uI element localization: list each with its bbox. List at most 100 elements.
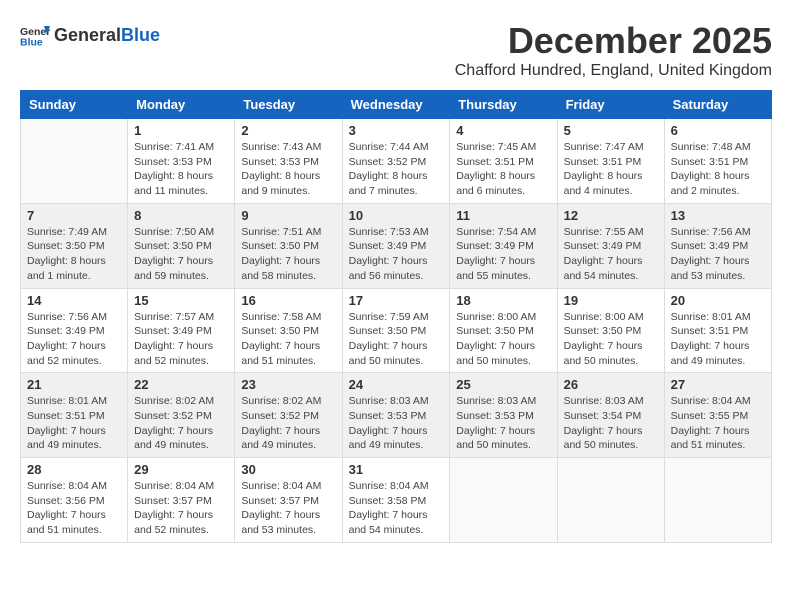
day-info: Sunrise: 7:50 AMSunset: 3:50 PMDaylight:… [134, 225, 228, 284]
logo-icon: General Blue [20, 20, 50, 50]
day-info: Sunrise: 7:54 AMSunset: 3:49 PMDaylight:… [456, 225, 550, 284]
calendar-week-row: 21Sunrise: 8:01 AMSunset: 3:51 PMDayligh… [21, 373, 772, 458]
day-info: Sunrise: 7:41 AMSunset: 3:53 PMDaylight:… [134, 140, 228, 199]
day-number: 27 [671, 377, 765, 392]
calendar-week-row: 1 Sunrise: 7:41 AMSunset: 3:53 PMDaylight… [21, 119, 772, 204]
day-info: Sunrise: 7:57 AMSunset: 3:49 PMDaylight:… [134, 310, 228, 369]
day-number: 31 [349, 462, 444, 477]
day-number: 21 [27, 377, 121, 392]
day-number: 19 [564, 293, 658, 308]
calendar-cell: 11Sunrise: 7:54 AMSunset: 3:49 PMDayligh… [450, 203, 557, 288]
day-number: 22 [134, 377, 228, 392]
day-info: Sunrise: 8:02 AMSunset: 3:52 PMDaylight:… [241, 394, 335, 453]
calendar-cell: 10 Sunrise: 7:53 AMSunset: 3:49 PMDayligh… [342, 203, 450, 288]
day-number: 24 [349, 377, 444, 392]
calendar-cell: 2 Sunrise: 7:43 AMSunset: 3:53 PMDaylight… [235, 119, 342, 204]
day-info: Sunrise: 8:00 AMSunset: 3:50 PMDaylight:… [564, 310, 658, 369]
day-number: 26 [564, 377, 658, 392]
day-number: 12 [564, 208, 658, 223]
day-number: 16 [241, 293, 335, 308]
day-info: Sunrise: 7:43 AMSunset: 3:53 PMDaylight:… [241, 140, 335, 199]
day-info: Sunrise: 7:45 AMSunset: 3:51 PMDaylight:… [456, 140, 550, 199]
location-title: Chafford Hundred, England, United Kingdo… [455, 62, 772, 80]
calendar-cell: 16 Sunrise: 7:58 AMSunset: 3:50 PMDayligh… [235, 288, 342, 373]
title-block: December 2025 Chafford Hundred, England,… [455, 20, 772, 80]
day-info: Sunrise: 7:56 AMSunset: 3:49 PMDaylight:… [27, 310, 121, 369]
day-info: Sunrise: 7:59 AMSunset: 3:50 PMDaylight:… [349, 310, 444, 369]
calendar-cell: 15Sunrise: 7:57 AMSunset: 3:49 PMDayligh… [128, 288, 235, 373]
day-info: Sunrise: 8:04 AMSunset: 3:55 PMDaylight:… [671, 394, 765, 453]
day-info: Sunrise: 7:48 AMSunset: 3:51 PMDaylight:… [671, 140, 765, 199]
day-info: Sunrise: 8:04 AMSunset: 3:57 PMDaylight:… [241, 479, 335, 538]
calendar-cell: 13 Sunrise: 7:56 AMSunset: 3:49 PMDayligh… [664, 203, 771, 288]
calendar-week-row: 7 Sunrise: 7:49 AMSunset: 3:50 PMDaylight… [21, 203, 772, 288]
day-info: Sunrise: 8:00 AMSunset: 3:50 PMDaylight:… [456, 310, 550, 369]
calendar-cell: 31 Sunrise: 8:04 AMSunset: 3:58 PMDayligh… [342, 458, 450, 543]
calendar-cell: 22Sunrise: 8:02 AMSunset: 3:52 PMDayligh… [128, 373, 235, 458]
col-wednesday: Wednesday [342, 91, 450, 119]
day-number: 5 [564, 123, 658, 138]
day-number: 6 [671, 123, 765, 138]
day-info: Sunrise: 8:01 AMSunset: 3:51 PMDaylight:… [671, 310, 765, 369]
calendar-cell: 17 Sunrise: 7:59 AMSunset: 3:50 PMDayligh… [342, 288, 450, 373]
day-number: 30 [241, 462, 335, 477]
day-info: Sunrise: 7:47 AMSunset: 3:51 PMDaylight:… [564, 140, 658, 199]
calendar-cell: 24 Sunrise: 8:03 AMSunset: 3:53 PMDayligh… [342, 373, 450, 458]
svg-text:Blue: Blue [20, 37, 43, 49]
calendar-cell: 7 Sunrise: 7:49 AMSunset: 3:50 PMDaylight… [21, 203, 128, 288]
day-number: 29 [134, 462, 228, 477]
day-info: Sunrise: 8:04 AMSunset: 3:57 PMDaylight:… [134, 479, 228, 538]
day-number: 17 [349, 293, 444, 308]
day-info: Sunrise: 7:51 AMSunset: 3:50 PMDaylight:… [241, 225, 335, 284]
calendar-cell: 1 Sunrise: 7:41 AMSunset: 3:53 PMDaylight… [128, 119, 235, 204]
calendar-header-row: Sunday Monday Tuesday Wednesday Thursday… [21, 91, 772, 119]
calendar-cell: 6 Sunrise: 7:48 AMSunset: 3:51 PMDaylight… [664, 119, 771, 204]
day-info: Sunrise: 8:03 AMSunset: 3:54 PMDaylight:… [564, 394, 658, 453]
day-number: 1 [134, 123, 228, 138]
col-monday: Monday [128, 91, 235, 119]
logo: General Blue GeneralBlue [20, 20, 160, 50]
calendar-cell: 23 Sunrise: 8:02 AMSunset: 3:52 PMDayligh… [235, 373, 342, 458]
day-info: Sunrise: 7:44 AMSunset: 3:52 PMDaylight:… [349, 140, 444, 199]
day-info: Sunrise: 7:56 AMSunset: 3:49 PMDaylight:… [671, 225, 765, 284]
logo-text: GeneralBlue [54, 25, 160, 46]
day-number: 13 [671, 208, 765, 223]
day-info: Sunrise: 8:04 AMSunset: 3:58 PMDaylight:… [349, 479, 444, 538]
calendar-cell: 26 Sunrise: 8:03 AMSunset: 3:54 PMDayligh… [557, 373, 664, 458]
calendar-cell: 20Sunrise: 8:01 AMSunset: 3:51 PMDayligh… [664, 288, 771, 373]
month-title: December 2025 [455, 20, 772, 62]
day-info: Sunrise: 8:03 AMSunset: 3:53 PMDaylight:… [349, 394, 444, 453]
day-info: Sunrise: 8:04 AMSunset: 3:56 PMDaylight:… [27, 479, 121, 538]
col-sunday: Sunday [21, 91, 128, 119]
day-number: 23 [241, 377, 335, 392]
calendar-cell: 30 Sunrise: 8:04 AMSunset: 3:57 PMDayligh… [235, 458, 342, 543]
day-info: Sunrise: 7:53 AMSunset: 3:49 PMDaylight:… [349, 225, 444, 284]
calendar-cell: 21Sunrise: 8:01 AMSunset: 3:51 PMDayligh… [21, 373, 128, 458]
calendar-cell: 27 Sunrise: 8:04 AMSunset: 3:55 PMDayligh… [664, 373, 771, 458]
day-number: 14 [27, 293, 121, 308]
calendar-cell: 3Sunrise: 7:44 AMSunset: 3:52 PMDaylight… [342, 119, 450, 204]
calendar-cell: 25 Sunrise: 8:03 AMSunset: 3:53 PMDayligh… [450, 373, 557, 458]
day-number: 8 [134, 208, 228, 223]
calendar-cell: 19 Sunrise: 8:00 AMSunset: 3:50 PMDayligh… [557, 288, 664, 373]
calendar-cell: 14 Sunrise: 7:56 AMSunset: 3:49 PMDayligh… [21, 288, 128, 373]
day-info: Sunrise: 7:58 AMSunset: 3:50 PMDaylight:… [241, 310, 335, 369]
col-thursday: Thursday [450, 91, 557, 119]
calendar-cell [21, 119, 128, 204]
day-number: 28 [27, 462, 121, 477]
logo-blue: Blue [121, 25, 160, 45]
day-info: Sunrise: 7:49 AMSunset: 3:50 PMDaylight:… [27, 225, 121, 284]
col-saturday: Saturday [664, 91, 771, 119]
calendar-cell: 28 Sunrise: 8:04 AMSunset: 3:56 PMDayligh… [21, 458, 128, 543]
day-info: Sunrise: 8:03 AMSunset: 3:53 PMDaylight:… [456, 394, 550, 453]
day-number: 2 [241, 123, 335, 138]
day-number: 7 [27, 208, 121, 223]
calendar-cell [450, 458, 557, 543]
day-number: 18 [456, 293, 550, 308]
day-number: 25 [456, 377, 550, 392]
day-info: Sunrise: 7:55 AMSunset: 3:49 PMDaylight:… [564, 225, 658, 284]
calendar-cell: 29 Sunrise: 8:04 AMSunset: 3:57 PMDayligh… [128, 458, 235, 543]
calendar-cell: 5 Sunrise: 7:47 AMSunset: 3:51 PMDaylight… [557, 119, 664, 204]
day-number: 10 [349, 208, 444, 223]
calendar-cell: 12 Sunrise: 7:55 AMSunset: 3:49 PMDayligh… [557, 203, 664, 288]
